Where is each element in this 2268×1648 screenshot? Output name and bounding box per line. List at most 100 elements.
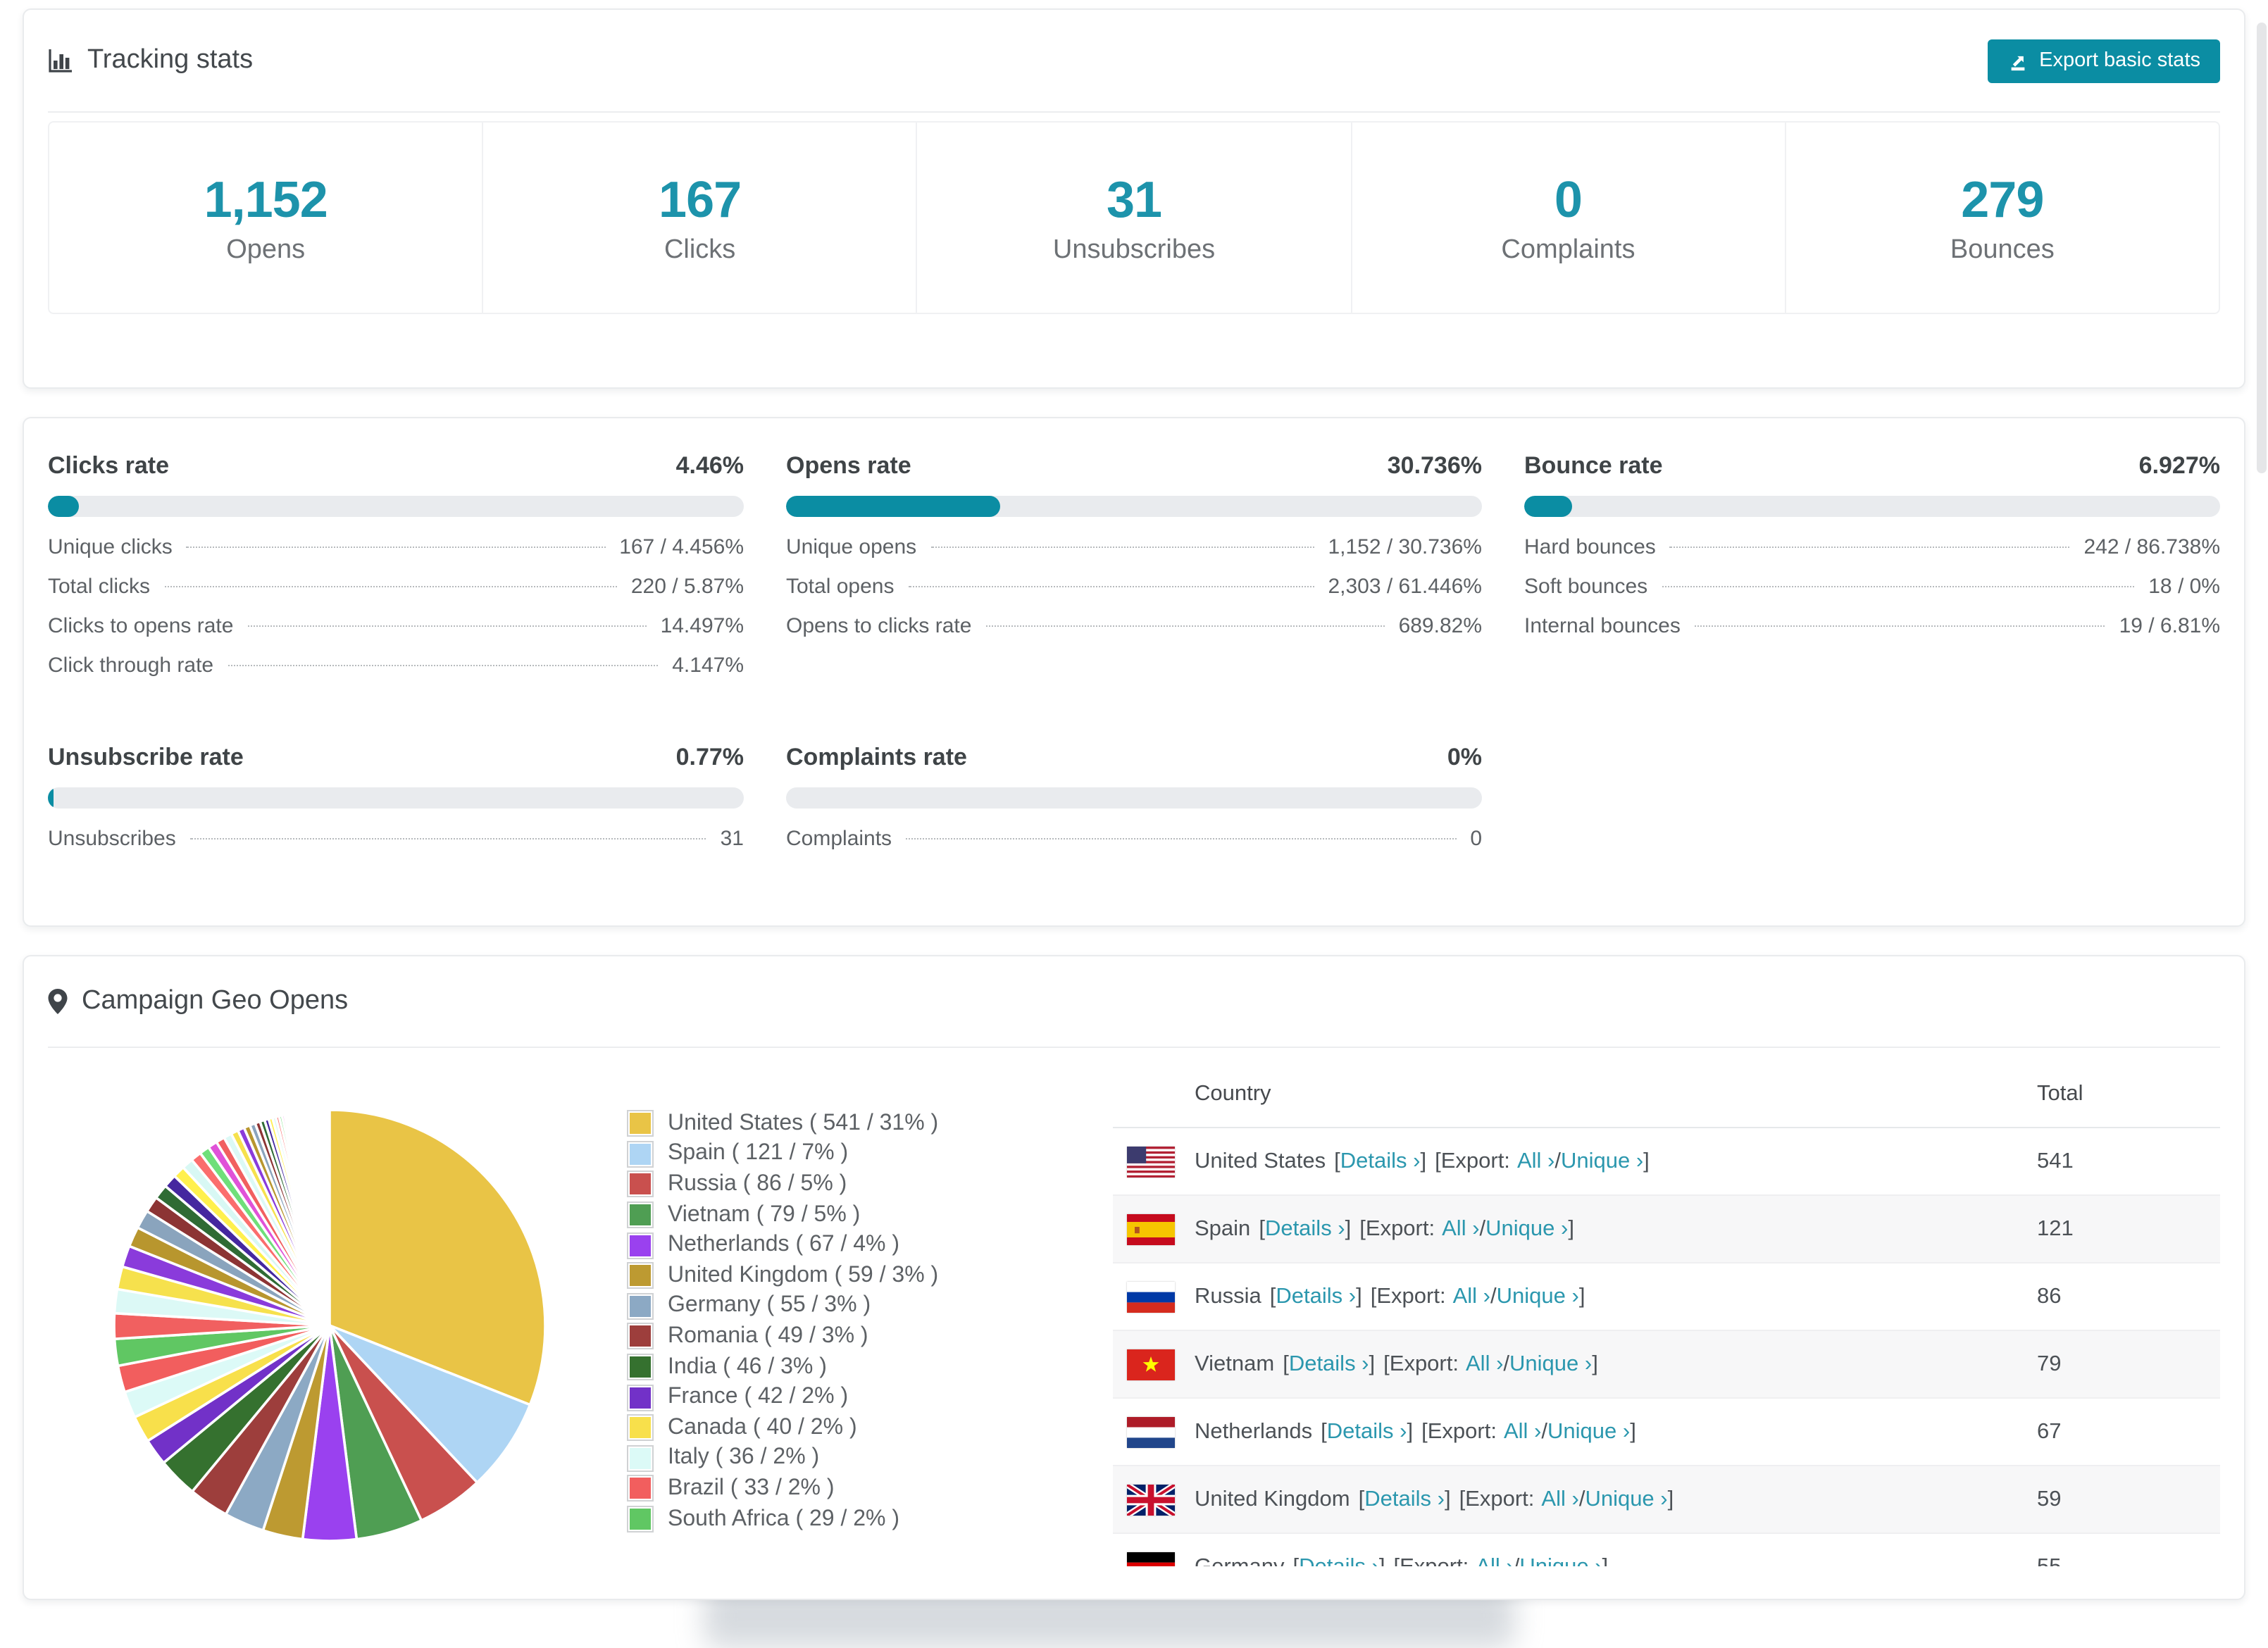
export-all-link[interactable]: All › [1541,1487,1578,1511]
rate-panel: Bounce rate 6.927% Hard bounces 242 / 86… [1524,452,2220,693]
export-all-link[interactable]: All › [1453,1284,1490,1308]
geo-body: United States ( 541 / 31% ) Spain ( 121 … [24,1048,2244,1566]
legend-item: Germany ( 55 / 3% ) [627,1291,1113,1321]
legend-label: Netherlands ( 67 / 4% ) [668,1232,900,1257]
metric-row: Unsubscribes 31 [48,827,744,866]
bracket: [ [1358,1487,1365,1511]
progress-fill [48,787,54,809]
dotted-leader [1669,547,2070,548]
separator: / [1513,1554,1520,1566]
metric-label: Unique opens [786,535,917,559]
column-header-country: Country [1195,1082,1271,1106]
export-unique-link[interactable]: Unique › [1497,1284,1579,1309]
legend-label: India ( 46 / 3% ) [668,1354,827,1379]
legend-color-swatch [627,1262,654,1290]
export-unique-link[interactable]: Unique › [1509,1352,1592,1377]
stat-value: 167 [659,170,742,227]
export-unique-link[interactable]: Unique › [1485,1216,1568,1242]
bracket: ] [1578,1284,1585,1308]
pie-legend: United States ( 541 / 31% ) Spain ( 121 … [627,1109,1113,1566]
map-pin-icon [48,989,68,1014]
country-name: Germany [1195,1554,1285,1566]
metric-label: Unique clicks [48,535,173,559]
details-link[interactable]: Details › [1327,1419,1407,1444]
progress-track [1524,496,2220,517]
country-name: Russia [1195,1284,1261,1308]
details-link[interactable]: Details › [1289,1352,1369,1377]
stat-label: Unsubscribes [1052,235,1216,264]
bracket: ] [1444,1487,1451,1511]
geo-opens-header: Campaign Geo Opens [24,956,2244,1047]
stat-label: Opens [226,235,306,264]
stat-label: Complaints [1501,235,1635,264]
dotted-leader [247,625,647,627]
export-unique-link[interactable]: Unique › [1585,1487,1667,1512]
export-all-link[interactable]: All › [1442,1216,1479,1240]
country-name: United States [1195,1149,1326,1173]
legend-item: India ( 46 / 3% ) [627,1352,1113,1382]
tracking-stats-header: Tracking stats Export basic stats [24,10,2244,111]
column-header-total: Total [2037,1082,2083,1106]
export-unique-link[interactable]: Unique › [1547,1419,1630,1444]
metric-label: Click through rate [48,654,214,678]
separator: / [1554,1149,1561,1173]
progress-track [48,787,744,809]
flag-icon-us [1127,1146,1175,1177]
export-basic-stats-button[interactable]: Export basic stats [1987,39,2220,82]
dotted-leader [985,625,1385,627]
metric-row: Unique clicks 167 / 4.456% [48,535,744,575]
metric-value: 2,303 / 61.446% [1328,575,1482,599]
metric-value: 31 [720,827,744,851]
export-unique-link[interactable]: Unique › [1519,1554,1602,1566]
bracket: ] [1630,1419,1636,1443]
stat-cell: 167 Clicks [483,123,918,313]
export-all-link[interactable]: All › [1476,1554,1513,1566]
progress-fill [1524,496,1573,517]
country-name: United Kingdom [1195,1487,1350,1511]
flag-icon-ru [1127,1281,1175,1312]
metric-label: Clicks to opens rate [48,614,234,638]
tracking-stats-card: Tracking stats Export basic stats 1,152 … [23,8,2245,389]
legend-color-swatch [627,1323,654,1350]
details-link[interactable]: Details › [1276,1284,1356,1309]
bracket: [ [1259,1216,1265,1240]
bracket: ] [1345,1216,1352,1240]
rate-title: Unsubscribe rate [48,744,244,770]
bracket: ] [1667,1487,1674,1511]
separator: / [1479,1216,1486,1240]
progress-track [786,787,1482,809]
metric-label: Internal bounces [1524,614,1681,638]
table-row: United Kingdom [Details ›] [Export: All … [1113,1466,2220,1534]
progress-track [786,496,1482,517]
bracket: ] [1378,1554,1385,1566]
export-all-link[interactable]: All › [1466,1352,1503,1375]
dotted-leader [228,665,659,666]
details-link[interactable]: Details › [1299,1554,1379,1566]
details-link[interactable]: Details › [1340,1149,1421,1174]
details-link[interactable]: Details › [1265,1216,1345,1242]
geo-table: Country Total United States [Details ›] … [1113,1062,2220,1566]
country-total: 55 [2037,1554,2062,1566]
dotted-leader [906,838,1457,839]
metric-label: Soft bounces [1524,575,1648,599]
bracket: ] [1407,1419,1414,1443]
bracket: [ [1321,1419,1327,1443]
rate-panel: Complaints rate 0% Complaints 0 [786,744,1482,866]
legend-item: United States ( 541 / 31% ) [627,1109,1113,1139]
rate-panel: Unsubscribe rate 0.77% Unsubscribes 31 [48,744,744,866]
legend-color-swatch [627,1201,654,1229]
metric-label: Opens to clicks rate [786,614,972,638]
scrollbar-thumb[interactable] [2257,23,2267,473]
legend-color-swatch [627,1232,654,1259]
export-all-link[interactable]: All › [1517,1149,1554,1173]
metric-label: Total opens [786,575,895,599]
export-all-link[interactable]: All › [1504,1419,1541,1443]
progress-fill [786,496,1000,517]
legend-item: France ( 42 / 2% ) [627,1382,1113,1413]
metric-label: Complaints [786,827,892,851]
legend-item: Canada ( 40 / 2% ) [627,1413,1113,1443]
dotted-leader [1662,586,2135,587]
country-total: 541 [2037,1149,2074,1173]
export-unique-link[interactable]: Unique › [1561,1149,1643,1174]
details-link[interactable]: Details › [1364,1487,1445,1512]
